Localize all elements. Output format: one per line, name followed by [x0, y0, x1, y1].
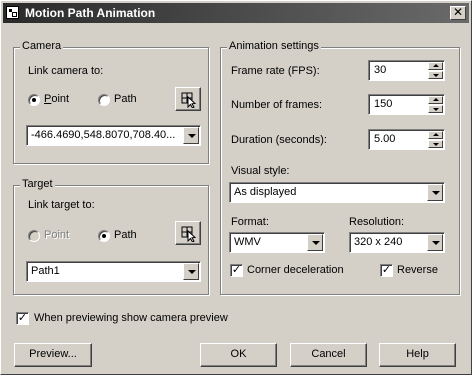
- spin-down-icon[interactable]: [428, 140, 443, 148]
- corner-deceleration-checkbox[interactable]: ✓: [230, 264, 243, 277]
- camera-preview-label[interactable]: When previewing show camera preview: [34, 312, 228, 324]
- preview-button[interactable]: Preview...: [14, 343, 92, 367]
- spin-up-icon[interactable]: [428, 62, 443, 70]
- ok-button-label: OK: [230, 348, 247, 360]
- camera-point-radio[interactable]: [28, 94, 40, 106]
- reverse-label[interactable]: Reverse: [397, 264, 438, 276]
- camera-point-label[interactable]: Point: [44, 93, 69, 105]
- title-bar[interactable]: Motion Path Animation ✕: [3, 3, 469, 23]
- help-button-label: Help: [406, 348, 429, 360]
- close-icon: ✕: [452, 5, 464, 19]
- camera-path-radio[interactable]: [98, 94, 110, 106]
- resolution-label: Resolution:: [349, 216, 405, 228]
- target-path-combo[interactable]: Path1: [26, 261, 201, 282]
- camera-preview-checkbox[interactable]: ✓: [16, 312, 29, 325]
- spin-down-icon[interactable]: [428, 105, 443, 113]
- camera-location-combo[interactable]: -466.4690,548.8070,708.40...: [26, 125, 201, 146]
- target-link-label: Link target to:: [28, 199, 95, 211]
- cancel-button[interactable]: Cancel: [290, 343, 367, 367]
- preview-button-label: Preview...: [29, 348, 77, 360]
- camera-path-label[interactable]: Path: [114, 93, 137, 105]
- spin-up-icon[interactable]: [428, 96, 443, 104]
- camera-group-title: Camera: [20, 40, 64, 52]
- target-group-title: Target: [20, 178, 55, 190]
- frame-rate-spinner[interactable]: 30: [368, 60, 445, 81]
- motion-path-dialog: Motion Path Animation ✕ Camera Link came…: [0, 0, 472, 375]
- target-path-value: Path1: [31, 265, 60, 277]
- frame-rate-label: Frame rate (FPS):: [231, 65, 320, 77]
- help-button[interactable]: Help: [379, 343, 456, 367]
- pick-point-icon: [181, 92, 197, 108]
- camera-link-label: Link camera to:: [28, 65, 104, 77]
- frame-rate-value: 30: [374, 64, 387, 76]
- format-value: WMV: [234, 236, 261, 248]
- spin-down-icon[interactable]: [428, 71, 443, 79]
- chevron-down-icon[interactable]: [183, 263, 199, 280]
- format-label: Format:: [231, 216, 269, 228]
- duration-spinner[interactable]: 5.00: [368, 129, 445, 150]
- frames-value: 150: [374, 98, 393, 110]
- check-icon: ✓: [381, 264, 392, 276]
- resolution-combo[interactable]: 320 x 240: [349, 232, 445, 253]
- chevron-down-icon[interactable]: [427, 234, 443, 251]
- duration-label: Duration (seconds):: [231, 134, 327, 146]
- target-pick-button[interactable]: [175, 221, 201, 245]
- chevron-down-icon[interactable]: [183, 127, 199, 144]
- frames-label: Number of frames:: [231, 99, 323, 111]
- frames-spinner[interactable]: 150: [368, 94, 445, 115]
- chevron-down-icon[interactable]: [307, 234, 323, 251]
- visual-style-combo[interactable]: As displayed: [229, 182, 445, 203]
- target-point-radio[interactable]: [28, 230, 40, 242]
- chevron-down-icon[interactable]: [427, 184, 443, 201]
- target-path-radio[interactable]: [98, 230, 110, 242]
- window-title: Motion Path Animation: [25, 6, 156, 20]
- format-combo[interactable]: WMV: [229, 232, 325, 253]
- duration-value: 5.00: [374, 133, 396, 145]
- corner-deceleration-label[interactable]: Corner deceleration: [247, 264, 344, 276]
- cancel-button-label: Cancel: [311, 348, 346, 360]
- visual-style-value: As displayed: [234, 186, 297, 198]
- camera-location-value: -466.4690,548.8070,708.40...: [31, 129, 176, 141]
- app-icon: [6, 6, 19, 19]
- check-icon: ✓: [231, 264, 242, 276]
- camera-pick-button[interactable]: [175, 87, 201, 111]
- check-icon: ✓: [17, 312, 28, 324]
- target-path-label[interactable]: Path: [114, 229, 137, 241]
- ok-button[interactable]: OK: [200, 343, 277, 367]
- target-point-label[interactable]: Point: [44, 229, 69, 241]
- resolution-value: 320 x 240: [354, 236, 403, 248]
- spin-up-icon[interactable]: [428, 131, 443, 139]
- reverse-checkbox[interactable]: ✓: [380, 264, 393, 277]
- pick-point-icon: [181, 226, 197, 242]
- animation-group-title: Animation settings: [227, 40, 321, 52]
- close-button[interactable]: ✕: [450, 6, 466, 20]
- visual-style-label: Visual style:: [231, 165, 290, 177]
